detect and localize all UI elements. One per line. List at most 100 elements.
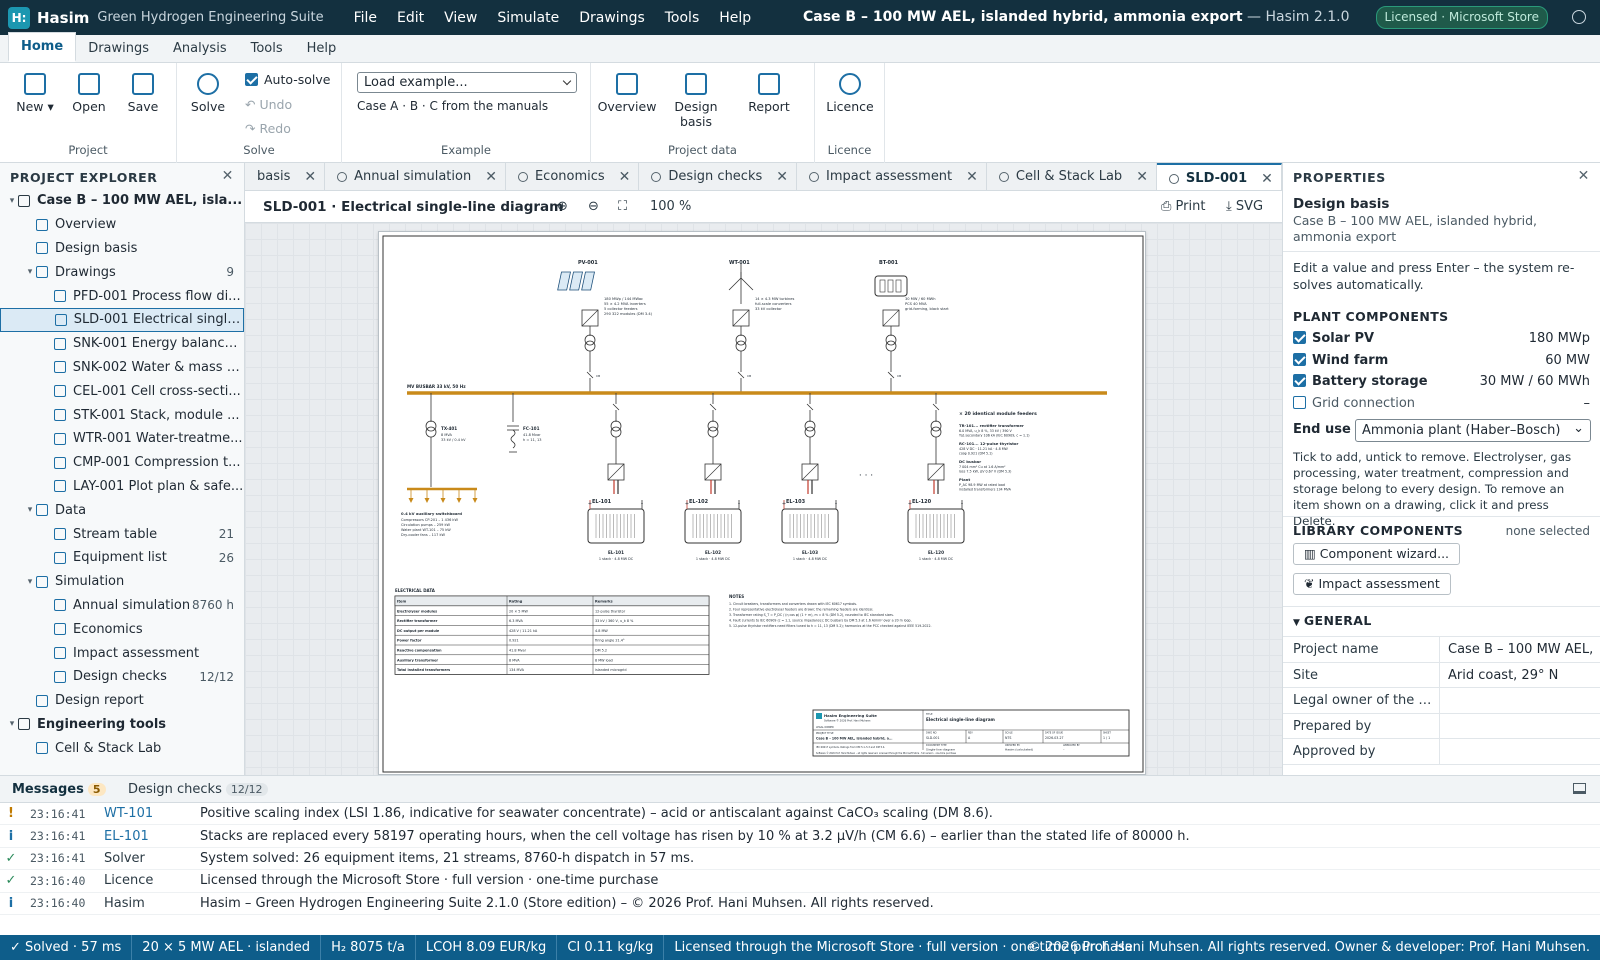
tree-twisty-icon[interactable]: ▾: [24, 267, 36, 277]
licence-button[interactable]: Licence: [821, 73, 879, 114]
tree-item[interactable]: SNK-001 Energy balance...: [0, 332, 244, 356]
document-tab[interactable]: Annual simulation ✕: [325, 163, 506, 190]
new-button[interactable]: New ▾: [8, 73, 62, 114]
svg-export-button[interactable]: ⤓ SVG: [1226, 199, 1263, 214]
open-button[interactable]: Open: [62, 73, 116, 114]
message-row[interactable]: ! 23:16:41 WT-101 Positive scaling index (L…: [0, 803, 1600, 826]
tree-item[interactable]: Cell & Stack Lab: [0, 736, 244, 760]
tree-item[interactable]: STK-001 Stack, module ...: [0, 403, 244, 427]
checkbox-icon[interactable]: [1293, 374, 1306, 387]
tree-item[interactable]: Annual simulation 8760 h: [0, 594, 244, 618]
message-row[interactable]: i 23:16:41 EL-101 Stacks are replaced every…: [0, 825, 1600, 848]
close-tab-icon[interactable]: ✕: [304, 169, 316, 185]
zoom-in-icon[interactable]: ⊕: [557, 199, 568, 214]
example-select[interactable]: Load example...: [357, 72, 577, 93]
checkbox-icon[interactable]: [1293, 331, 1306, 344]
close-tab-icon[interactable]: ✕: [485, 169, 497, 185]
ribbon-tab-help[interactable]: Help: [295, 35, 349, 62]
close-tab-icon[interactable]: ✕: [776, 169, 788, 185]
tab-messages[interactable]: Messages 5: [12, 782, 106, 797]
menu-drawings[interactable]: Drawings: [569, 10, 655, 26]
tree-item[interactable]: ▾ Simulation: [0, 570, 244, 594]
tree-item[interactable]: CEL-001 Cell cross-secti...: [0, 379, 244, 403]
save-button[interactable]: Save: [116, 73, 170, 114]
plant-component-row[interactable]: Grid connection –: [1293, 395, 1590, 411]
tree-item[interactable]: Design report: [0, 689, 244, 713]
plant-component-row[interactable]: Solar PV 180 MWp: [1293, 331, 1590, 346]
message-source[interactable]: WT-101: [104, 806, 200, 821]
solve-button[interactable]: Solve: [181, 73, 235, 114]
tree-item[interactable]: Overview: [0, 213, 244, 237]
tree-item[interactable]: WTR-001 Water-treatme...: [0, 427, 244, 451]
checkbox-icon[interactable]: [1293, 395, 1306, 409]
tree-item[interactable]: PFD-001 Process flow di...: [0, 284, 244, 308]
property-value-field[interactable]: [1440, 688, 1600, 713]
tree-twisty-icon[interactable]: ▾: [24, 577, 36, 587]
tree-item[interactable]: Design checks 12/12: [0, 665, 244, 689]
general-section-toggle[interactable]: ▼ GENERAL: [1293, 613, 1372, 628]
tree-item[interactable]: ▾ Data: [0, 498, 244, 522]
impact-assessment-button[interactable]: ❦ Impact assessment: [1293, 573, 1451, 595]
menu-tools[interactable]: Tools: [655, 10, 710, 26]
autosolve-checkbox[interactable]: Auto-solve: [245, 72, 331, 87]
close-tab-icon[interactable]: ✕: [966, 169, 978, 185]
redo-button[interactable]: ↷ Redo: [245, 121, 291, 136]
plant-component-row[interactable]: Battery storage 30 MW / 60 MWh: [1293, 374, 1590, 389]
component-wizard-button[interactable]: ▥ Component wizard...: [1293, 543, 1461, 565]
property-value-field[interactable]: [1440, 714, 1600, 739]
zoom-out-icon[interactable]: ⊖: [588, 199, 599, 214]
tree-item[interactable]: LAY-001 Plot plan & safe...: [0, 475, 244, 499]
close-tab-icon[interactable]: ✕: [619, 169, 631, 185]
menu-simulate[interactable]: Simulate: [487, 10, 569, 26]
drawing-canvas[interactable]: PV-001 180 MWp / 144 MWac 55 × 4.2 MVA inv…: [245, 223, 1282, 775]
document-tab[interactable]: basis ✕: [245, 163, 326, 190]
message-row[interactable]: ✓ 23:16:40 Licence Licensed through the Mic…: [0, 870, 1600, 893]
document-tab[interactable]: Cell & Stack Lab ✕: [987, 163, 1157, 190]
end-use-select[interactable]: Ammonia plant (Haber–Bosch) ⌄: [1355, 419, 1591, 442]
ribbon-tab-drawings[interactable]: Drawings: [76, 35, 161, 62]
document-tab[interactable]: SLD-001 ✕: [1156, 163, 1282, 190]
tree-item[interactable]: Economics: [0, 617, 244, 641]
tree-item[interactable]: Equipment list 26: [0, 546, 244, 570]
checkbox-icon[interactable]: [1293, 352, 1306, 366]
menu-edit[interactable]: Edit: [387, 10, 434, 26]
drawing-sheet[interactable]: PV-001 180 MWp / 144 MWac 55 × 4.2 MVA inv…: [378, 231, 1146, 775]
property-value-field[interactable]: [1440, 739, 1600, 764]
property-value-field[interactable]: Case B – 100 MW AEL,: [1440, 637, 1600, 662]
design-basis-button[interactable]: Design basis: [669, 73, 723, 129]
fit-to-page-icon[interactable]: ⛶: [618, 199, 627, 214]
tree-twisty-icon[interactable]: ▾: [6, 719, 18, 729]
close-tab-icon[interactable]: ✕: [1136, 169, 1148, 185]
menu-help[interactable]: Help: [709, 10, 761, 26]
tree-twisty-icon[interactable]: ▾: [24, 505, 36, 515]
tree-item[interactable]: Design basis: [0, 237, 244, 261]
tree-item[interactable]: ▾ Drawings 9: [0, 260, 244, 284]
document-tab[interactable]: Design checks ✕: [639, 163, 797, 190]
panel-toggle-icon[interactable]: [1573, 783, 1586, 794]
plant-component-row[interactable]: Wind farm 60 MW: [1293, 352, 1590, 368]
licence-badge[interactable]: Licensed · Microsoft Store: [1375, 6, 1548, 29]
property-value-field[interactable]: Arid coast, 29° N: [1440, 663, 1600, 688]
print-button[interactable]: ⎙ Print: [1161, 199, 1205, 214]
overview-button[interactable]: Overview: [596, 73, 658, 114]
message-source[interactable]: EL-101: [104, 829, 200, 844]
message-row[interactable]: ✓ 23:16:41 Solver System solved: 26 equipme…: [0, 848, 1600, 871]
ribbon-tab-home[interactable]: Home: [8, 32, 77, 62]
close-tab-icon[interactable]: ✕: [1261, 171, 1273, 187]
tree-twisty-icon[interactable]: ▾: [6, 196, 18, 206]
menu-view[interactable]: View: [434, 10, 487, 26]
document-tab[interactable]: Economics ✕: [506, 163, 640, 190]
document-tab[interactable]: Impact assessment ✕: [797, 163, 987, 190]
tree-item[interactable]: SNK-002 Water & mass b...: [0, 356, 244, 380]
tab-design-checks[interactable]: Design checks 12/12: [128, 782, 268, 797]
theme-toggle-icon[interactable]: [1572, 10, 1586, 24]
report-button[interactable]: Report: [742, 73, 796, 114]
message-row[interactable]: i 23:16:40 Hasim Hasim – Green Hydrogen Eng…: [0, 893, 1600, 915]
single-line-diagram[interactable]: PV-001 180 MWp / 144 MWac55 × 4.2 MVA inv…: [379, 232, 1147, 776]
ribbon-tab-tools[interactable]: Tools: [239, 35, 295, 62]
tree-item[interactable]: ▾ Engineering tools: [0, 713, 244, 737]
tree-item[interactable]: Stream table 21: [0, 522, 244, 546]
ribbon-tab-analysis[interactable]: Analysis: [161, 35, 239, 62]
tree-item[interactable]: SLD-001 Electrical single...: [0, 307, 244, 332]
undo-button[interactable]: ↶ Undo: [245, 97, 292, 112]
